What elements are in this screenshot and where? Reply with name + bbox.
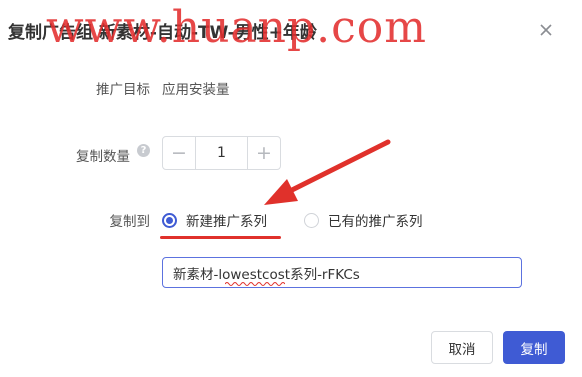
copy-to-label: 复制到 bbox=[109, 214, 151, 230]
quantity-value[interactable]: 1 bbox=[196, 137, 247, 169]
quantity-label: 复制数量 bbox=[76, 149, 130, 165]
cancel-button[interactable]: 取消 bbox=[431, 331, 493, 364]
dialog-title: 复制广告组 新素材-自动-TW-男性+年龄 bbox=[8, 23, 317, 43]
radio-new-series-circle[interactable] bbox=[162, 212, 177, 228]
spellcheck-underline bbox=[225, 282, 285, 286]
help-icon[interactable]: ? bbox=[137, 144, 150, 157]
goal-value: 应用安装量 bbox=[162, 82, 230, 98]
arrow-annotation bbox=[264, 139, 391, 205]
annotation-underline bbox=[160, 236, 281, 239]
copy-button[interactable]: 复制 bbox=[503, 331, 565, 364]
close-icon[interactable] bbox=[536, 20, 556, 40]
radio-existing-series-circle[interactable] bbox=[304, 212, 319, 228]
series-name-input[interactable] bbox=[162, 257, 522, 288]
minus-icon[interactable]: − bbox=[163, 137, 196, 169]
copy-ad-group-dialog: 复制广告组 新素材-自动-TW-男性+年龄 www.huanp.com 推广目标… bbox=[0, 0, 582, 377]
goal-label: 推广目标 bbox=[96, 82, 150, 98]
